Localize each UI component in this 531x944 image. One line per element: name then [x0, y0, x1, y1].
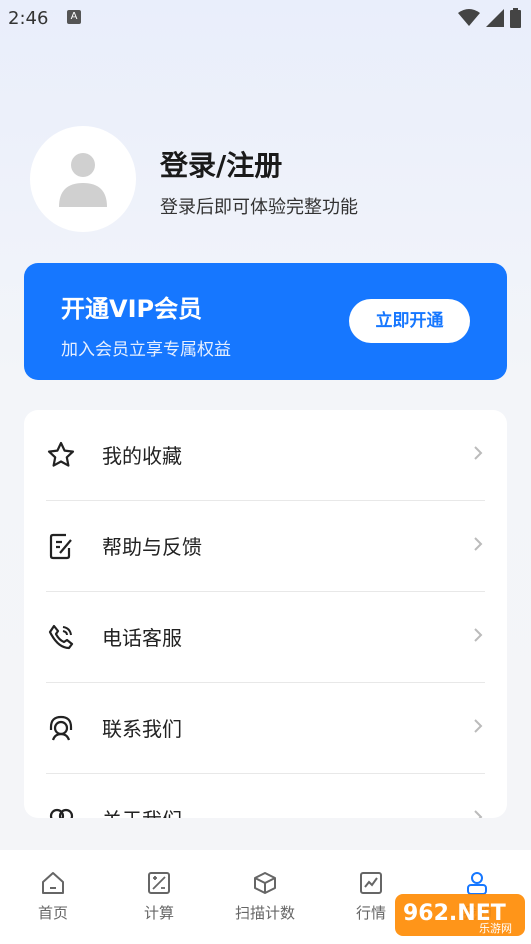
- calculator-icon: [148, 872, 170, 894]
- vip-title: 开通VIP会员: [61, 295, 203, 323]
- menu-item-label: 联系我们: [102, 717, 182, 741]
- chevron-right-icon: [474, 446, 483, 460]
- status-bar: 2:46 A: [0, 0, 531, 36]
- menu-item-label: 关于我们: [102, 804, 182, 818]
- bottom-tab-bar: 首页 计算 扫描计数 行情 我的 962.NET 乐游网: [0, 850, 531, 944]
- menu-item-phone-service[interactable]: 电话客服: [24, 592, 507, 682]
- tab-scan-count[interactable]: 扫描计数: [212, 870, 318, 923]
- menu-item-label: 电话客服: [102, 626, 182, 650]
- open-vip-button[interactable]: 立即开通: [349, 299, 470, 343]
- phone-icon: [48, 624, 74, 650]
- battery-icon: [510, 8, 521, 28]
- chevron-right-icon: [474, 628, 483, 642]
- menu-item-label: 帮助与反馈: [102, 535, 202, 559]
- notification-icon: A: [67, 10, 81, 24]
- vip-banner[interactable]: 开通VIP会员 加入会员立享专属权益 立即开通: [24, 263, 507, 380]
- vip-subtitle: 加入会员立享专属权益: [61, 340, 231, 360]
- menu-item-feedback[interactable]: 帮助与反馈: [24, 501, 507, 591]
- chart-icon: [360, 872, 382, 894]
- tab-calculate[interactable]: 计算: [106, 870, 212, 923]
- home-icon: [42, 872, 64, 894]
- tab-home[interactable]: 首页: [0, 870, 106, 923]
- tab-label: 计算: [143, 904, 174, 922]
- headset-icon: [49, 715, 73, 741]
- login-register-link[interactable]: 登录/注册: [160, 144, 282, 184]
- menu-list: 我的收藏 帮助与反馈 电话客服 联系我们 关于我们: [24, 410, 507, 818]
- login-hint: 登录后即可体验完整功能: [160, 197, 358, 218]
- scan-icon: [254, 872, 276, 894]
- default-avatar-icon: [59, 153, 107, 207]
- star-icon: [47, 441, 75, 467]
- feedback-icon: [49, 533, 72, 560]
- status-icons: [458, 8, 521, 28]
- signal-icon: [486, 9, 504, 27]
- tab-label: 首页: [37, 904, 68, 922]
- menu-item-label: 我的收藏: [102, 444, 182, 468]
- tab-label: 扫描计数: [234, 904, 295, 922]
- about-icon: [49, 808, 74, 818]
- wifi-icon: [458, 9, 480, 26]
- chevron-right-icon: [474, 719, 483, 733]
- menu-item-favorites[interactable]: 我的收藏: [24, 410, 507, 500]
- avatar[interactable]: [30, 126, 136, 232]
- chevron-right-icon: [474, 537, 483, 551]
- menu-item-about-us[interactable]: 关于我们: [24, 774, 507, 818]
- profile-section[interactable]: 登录/注册 登录后即可体验完整功能: [30, 126, 500, 236]
- watermark-sub: 乐游网: [479, 922, 512, 935]
- status-time: 2:46: [8, 8, 49, 29]
- menu-item-contact-us[interactable]: 联系我们: [24, 683, 507, 773]
- chevron-right-icon: [474, 810, 483, 818]
- watermark-logo: 962.NET 乐游网: [395, 894, 525, 936]
